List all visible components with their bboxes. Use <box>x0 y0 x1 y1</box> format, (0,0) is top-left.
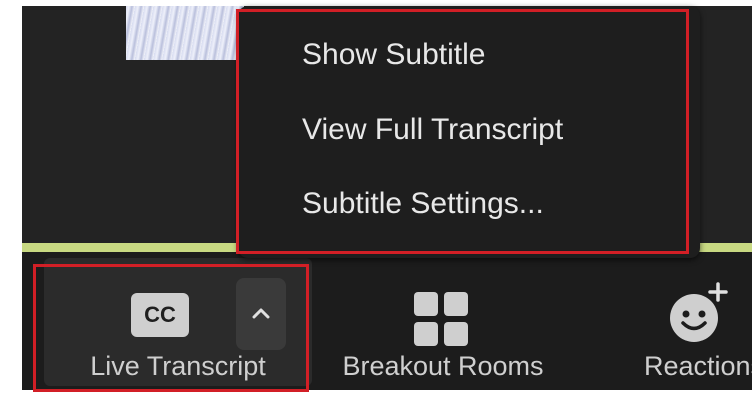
menu-item-show-subtitle[interactable]: Show Subtitle <box>302 38 485 72</box>
chevron-up-icon <box>252 308 270 319</box>
breakout-rooms-button[interactable]: Breakout Rooms <box>318 252 568 390</box>
live-transcript-label: Live Transcript <box>90 351 266 381</box>
cc-icon: CC <box>131 293 189 337</box>
live-transcript-menu: Show Subtitle View Full Transcript Subti… <box>238 6 700 258</box>
grid-icon <box>414 292 468 346</box>
participant-video-thumbnail <box>126 6 244 60</box>
reactions-button[interactable]: Reactions <box>604 252 752 390</box>
reactions-label: Reactions <box>643 351 752 381</box>
menu-item-view-full-transcript[interactable]: View Full Transcript <box>302 113 563 147</box>
breakout-rooms-label: Breakout Rooms <box>342 351 544 381</box>
add-reaction-icon <box>670 282 728 342</box>
live-transcript-button[interactable]: CC Live Transcript <box>44 252 312 390</box>
meeting-toolbar: CC Live Transcript Breakout Rooms Reacti… <box>22 252 752 390</box>
live-transcript-options-button[interactable] <box>236 278 286 350</box>
menu-item-subtitle-settings[interactable]: Subtitle Settings... <box>302 187 544 221</box>
